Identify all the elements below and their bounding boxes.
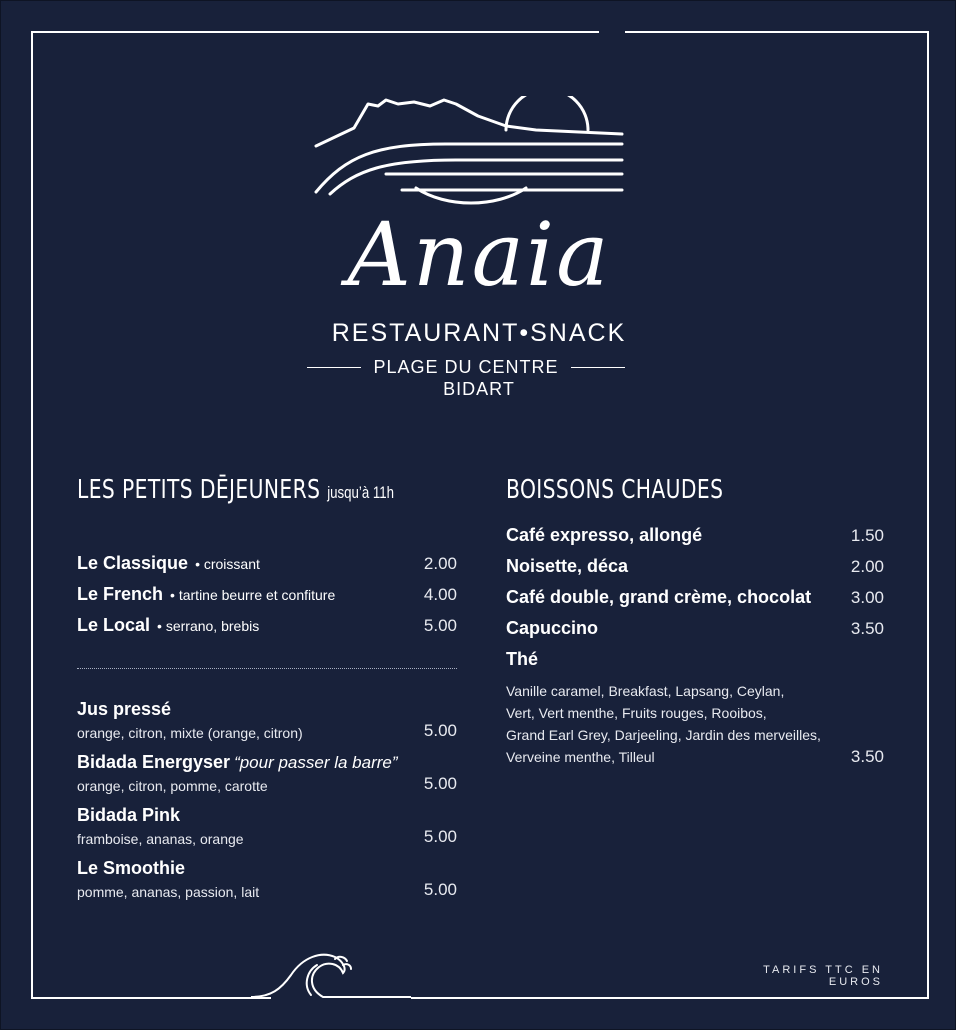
- juice-desc: framboise, ananas, orange: [77, 831, 244, 847]
- item-desc: • tartine beurre et confiture: [170, 587, 336, 603]
- hot-drinks-title: BOISSONS CHAUDES: [506, 475, 724, 505]
- juice-desc: orange, citron, pomme, carotte: [77, 778, 268, 794]
- menu-item: Café expresso, allongé 1.50: [506, 525, 884, 556]
- menu-item: Café double, grand crème, chocolat 3.00: [506, 587, 884, 618]
- place-label: PLAGE DU CENTRE: [373, 357, 559, 377]
- item-price: 2.00: [850, 557, 884, 576]
- tea-price: 3.50: [850, 747, 884, 766]
- menu-page: Anaia RESTAURANT•SNACK PLAGE DU CENTRE B…: [0, 0, 956, 1030]
- item-price: 3.00: [850, 588, 884, 607]
- breakfast-title-text: LES PETITS DĒJEUNERS: [77, 475, 321, 505]
- menu-item: Capuccino 3.50: [506, 618, 884, 649]
- item-name: Café expresso, allongé: [506, 525, 703, 545]
- tea-line: Vert, Vert menthe, Fruits rouges, Rooibo…: [506, 705, 767, 721]
- juice-name: Bidada Pink: [77, 805, 181, 825]
- item-price: 4.00: [423, 585, 457, 604]
- tea-line: Grand Earl Grey, Darjeeling, Jardin des …: [506, 727, 821, 743]
- item-price: 2.00: [423, 554, 457, 573]
- tea-line: Verveine menthe, Tilleul: [506, 749, 655, 765]
- place-rule-left: [307, 367, 362, 368]
- menu-item: Le Classique • croissant 2.00: [77, 553, 457, 584]
- item-name: Le Classique: [77, 553, 189, 573]
- juice-item: Bidada Pink framboise, ananas, orange 5.0…: [77, 803, 457, 847]
- brand-city: BIDART: [443, 379, 515, 399]
- juice-item: Bidada Energyser “pour passer la barre” o…: [77, 750, 457, 794]
- item-price: 1.50: [850, 526, 884, 545]
- brand-name: Anaia: [347, 203, 611, 306]
- juice-price: 5.00: [423, 721, 457, 740]
- item-name: Café double, grand crème, chocolat: [506, 587, 812, 607]
- hot-drinks-section: BOISSONS CHAUDES Café expresso, allongé …: [506, 471, 884, 768]
- wave-icon: [251, 953, 411, 998]
- tea-list: Vanille caramel, Breakfast, Lapsang, Cey…: [506, 680, 884, 768]
- dotted-divider: [77, 668, 457, 669]
- footer-note: TARIFS TTC EN EUROS: [763, 964, 883, 988]
- item-price: 3.50: [850, 619, 884, 638]
- juice-name: Jus pressé: [77, 699, 172, 719]
- item-desc: • serrano, brebis: [157, 618, 260, 634]
- juice-quote: “pour passer la barre”: [234, 753, 398, 772]
- brand-place: PLAGE DU CENTRE: [307, 357, 626, 378]
- breakfast-section: LES PETITS DĒJEUNERS jusqu’à 11h Le Clas…: [77, 471, 457, 909]
- tea-line: Vanille caramel, Breakfast, Lapsang, Cey…: [506, 683, 785, 699]
- juice-price: 5.00: [423, 827, 457, 846]
- juice-price: 5.00: [423, 880, 457, 899]
- juice-name: Le Smoothie: [77, 858, 186, 878]
- item-price: 5.00: [423, 616, 457, 635]
- place-rule-right: [570, 367, 626, 368]
- menu-item: Le French • tartine beurre et confiture …: [77, 584, 457, 615]
- breakfast-title: LES PETITS DĒJEUNERS jusqu’à 11h: [77, 471, 394, 509]
- juice-item: Jus pressé orange, citron, mixte (orange…: [77, 697, 457, 741]
- item-name: Capuccino: [506, 618, 599, 638]
- item-desc: • croissant: [195, 556, 260, 572]
- breakfast-note: jusqu’à 11h: [327, 483, 395, 502]
- tea-name: Thé: [506, 649, 539, 669]
- item-name: Le Local: [77, 615, 151, 635]
- juice-price: 5.00: [423, 774, 457, 793]
- item-name: Le French: [77, 584, 164, 604]
- juice-desc: pomme, ananas, passion, lait: [77, 884, 260, 900]
- menu-item: Le Local • serrano, brebis 5.00: [77, 615, 457, 646]
- juice-item: Le Smoothie pomme, ananas, passion, lait…: [77, 856, 457, 900]
- frame-gap: [599, 29, 625, 33]
- sunset-sea-logo-icon: [314, 96, 624, 205]
- item-name: Noisette, déca: [506, 556, 629, 576]
- tea-heading: Thé: [506, 649, 884, 680]
- juice-desc: orange, citron, mixte (orange, citron): [77, 725, 303, 741]
- brand-subtitle: RESTAURANT•SNACK: [331, 319, 627, 347]
- menu-item: Noisette, déca 2.00: [506, 556, 884, 587]
- juice-name: Bidada Energyser: [77, 752, 231, 772]
